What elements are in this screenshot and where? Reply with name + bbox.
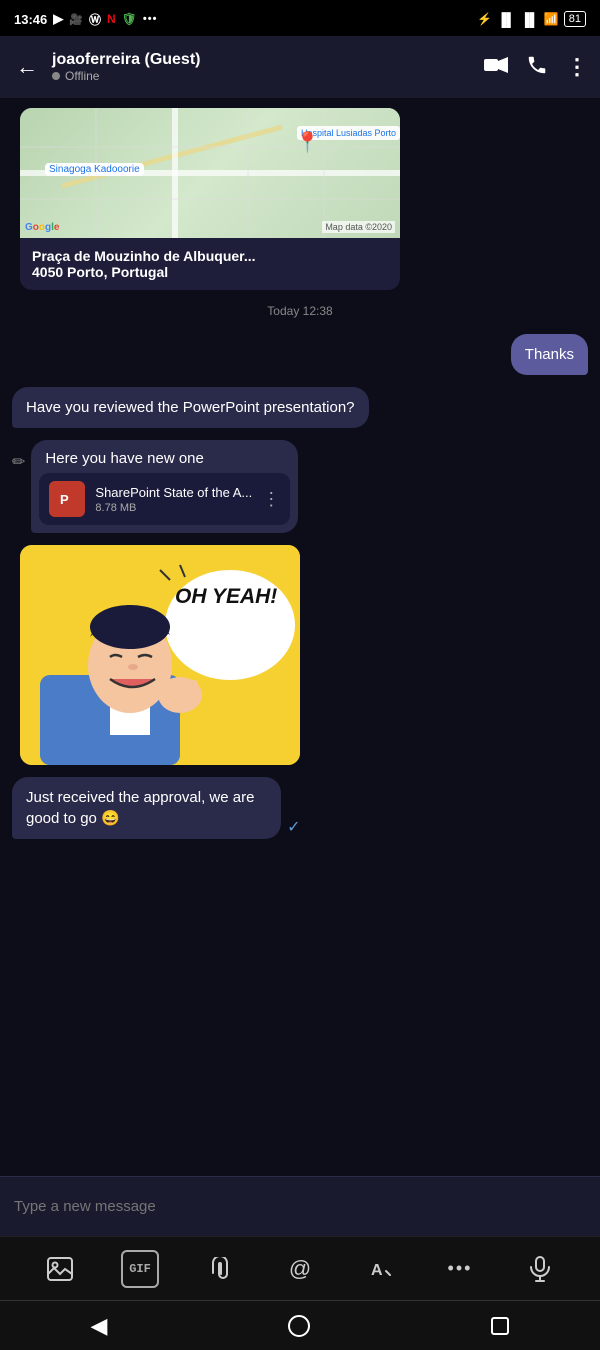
back-nav-button[interactable]: ◀ (91, 1313, 108, 1339)
edit-pencil-icon: ✏ (12, 452, 25, 472)
youtube-icon: ▶ (53, 11, 63, 27)
outgoing-bubble: Thanks (511, 334, 588, 375)
file-size: 8.78 MB (95, 502, 252, 514)
header-actions: ⋮ (484, 54, 588, 81)
status-bar: 13:46 ▶ 🎥 Ⓦ N 🛡 ••• ⚡ ▐▌ ▐▌ 📶 81 (0, 0, 600, 36)
battery-display: 81 (564, 11, 586, 27)
last-incoming-bubble: Just received the approval, we are good … (12, 777, 281, 839)
home-nav-button[interactable] (288, 1315, 310, 1337)
chat-header: ← joaoferreira (Guest) Offline ⋮ (0, 36, 600, 98)
read-checkmark-icon: ✓ (287, 817, 300, 837)
powerpoint-icon: P (49, 481, 85, 517)
more-dots-icon: ••• (143, 13, 158, 25)
google-logo: Google (25, 222, 59, 233)
mention-button[interactable]: @ (281, 1250, 319, 1288)
message-row: Thanks (12, 334, 588, 375)
contact-name: joaoferreira (Guest) (52, 51, 474, 69)
comic-sticker-svg: OH YEAH! (20, 545, 300, 765)
nav-bar: ◀ (0, 1300, 600, 1350)
wifi-icon: 📶 (544, 12, 559, 26)
gif-label: GIF (129, 1262, 151, 1276)
file-message-text: Here you have new one (31, 440, 298, 473)
message-input-bar (0, 1176, 600, 1236)
sticker-image: OH YEAH! (20, 545, 300, 765)
netflix-icon: N (107, 12, 116, 26)
sticker-inner: OH YEAH! (20, 545, 300, 765)
signal1-icon: ▐▌ (497, 12, 515, 27)
map-data-text: Map data ©2020 (322, 221, 395, 233)
svg-text:A: A (371, 1262, 383, 1279)
offline-status-dot (52, 72, 60, 80)
wordpress-icon: Ⓦ (89, 11, 101, 28)
bluetooth-icon: ⚡ (477, 12, 492, 26)
file-more-icon[interactable]: ⋮ (262, 489, 280, 510)
status-right: ⚡ ▐▌ ▐▌ 📶 81 (477, 11, 586, 27)
file-message-bubble: Here you have new one P SharePoint State… (31, 440, 298, 533)
map-address: Praça de Mouzinho de Albuquer... 4050 Po… (20, 238, 400, 290)
contact-status: Offline (52, 69, 474, 83)
file-name: SharePoint State of the A... (95, 485, 252, 500)
map-address-line2: 4050 Porto, Portugal (32, 264, 388, 280)
map-pin-icon: 📍 (295, 130, 320, 155)
gif-button[interactable]: GIF (121, 1250, 159, 1288)
attachment-button[interactable] (201, 1250, 239, 1288)
image-attach-button[interactable] (41, 1250, 79, 1288)
ppt-icon-svg: P (56, 488, 78, 510)
time-separator: Today 12:38 (12, 298, 588, 324)
incoming-bubble: Have you reviewed the PowerPoint present… (12, 387, 369, 428)
time-display: 13:46 (14, 12, 47, 27)
shield-icon: 🛡 (122, 12, 137, 26)
map-card: Hospital Lusiadas Porto Sinagoga Kadooor… (20, 108, 400, 290)
recents-nav-button[interactable] (491, 1317, 509, 1335)
message-row: Have you reviewed the PowerPoint present… (12, 387, 588, 428)
video-icon: 🎥 (69, 13, 83, 26)
video-call-button[interactable] (484, 56, 508, 79)
back-button[interactable]: ← (12, 50, 42, 84)
message-text: Just received the approval, we are good … (26, 789, 254, 827)
message-input-field[interactable] (14, 1198, 586, 1215)
format-text-button[interactable]: A (361, 1250, 399, 1288)
file-attachment[interactable]: P SharePoint State of the A... 8.78 MB ⋮ (39, 473, 290, 525)
status-label: Offline (65, 69, 99, 83)
contact-info: joaoferreira (Guest) Offline (52, 51, 474, 83)
map-address-line1: Praça de Mouzinho de Albuquer... (32, 248, 388, 264)
more-options-button[interactable]: ⋮ (566, 54, 588, 80)
sinagoga-label: Sinagoga Kadooorie (45, 163, 144, 176)
chat-area: Hospital Lusiadas Porto Sinagoga Kadooor… (0, 98, 600, 1176)
status-left: 13:46 ▶ 🎥 Ⓦ N 🛡 ••• (14, 11, 157, 28)
message-text: Have you reviewed the PowerPoint present… (26, 399, 355, 416)
message-with-check: Just received the approval, we are good … (12, 777, 386, 839)
message-row-sticker: OH YEAH! (12, 545, 588, 765)
bottom-toolbar: GIF @ A ••• (0, 1236, 600, 1300)
svg-text:P: P (60, 492, 69, 507)
message-text: Thanks (525, 346, 574, 363)
voice-call-button[interactable] (526, 54, 548, 81)
svg-text:OH YEAH!: OH YEAH! (175, 585, 277, 608)
map-image: Hospital Lusiadas Porto Sinagoga Kadooor… (20, 108, 400, 238)
signal2-icon: ▐▌ (520, 12, 538, 27)
map-background: Hospital Lusiadas Porto Sinagoga Kadooor… (20, 108, 400, 238)
more-toolbar-button[interactable]: ••• (441, 1250, 479, 1288)
microphone-button[interactable] (521, 1250, 559, 1288)
message-row-file: ✏ Here you have new one P SharePoint Sta… (12, 440, 588, 533)
message-row-last: Just received the approval, we are good … (12, 777, 588, 839)
file-info: SharePoint State of the A... 8.78 MB (95, 485, 252, 514)
